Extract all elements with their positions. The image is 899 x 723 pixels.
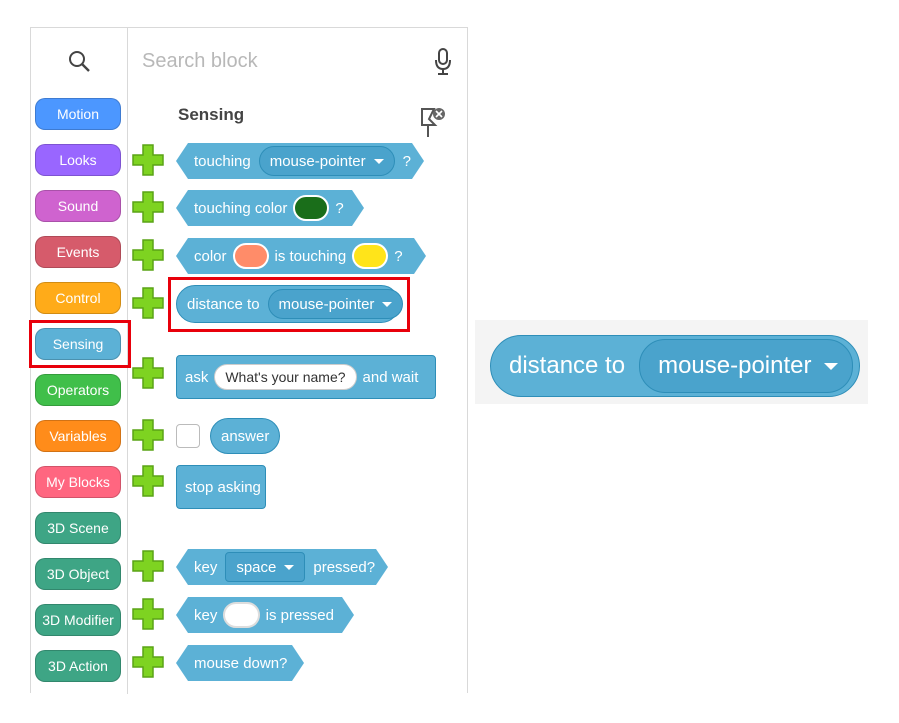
category-label: Events — [56, 244, 100, 260]
block-ask-and-wait[interactable]: ask What's your name? and wait — [176, 355, 436, 399]
category-operators[interactable]: Operators — [35, 374, 121, 406]
category-label: Looks — [59, 152, 97, 168]
chevron-down-icon — [823, 362, 838, 370]
category-3d-modifier[interactable]: 3D Modifier — [35, 604, 121, 636]
category-events[interactable]: Events — [35, 236, 121, 268]
block-stop-asking[interactable]: stop asking — [176, 465, 266, 509]
block-text: key — [194, 558, 218, 576]
color-swatch[interactable] — [352, 243, 388, 269]
block-text: is pressed — [265, 606, 334, 624]
block-touching-color[interactable]: touching color ? — [176, 190, 364, 226]
category-label: 3D Object — [46, 566, 110, 582]
touching-menu-dropdown[interactable]: mouse-pointer — [259, 146, 395, 176]
block-text: distance to — [509, 352, 626, 379]
block-text: ask — [185, 368, 209, 386]
category-control[interactable]: Control — [35, 282, 121, 314]
category-label: Motion — [56, 106, 100, 122]
category-label: Operators — [46, 382, 110, 398]
add-block-plus-icon[interactable] — [131, 190, 165, 224]
add-block-plus-icon[interactable] — [131, 238, 165, 272]
add-block-plus-icon[interactable] — [131, 418, 165, 452]
block-text: and wait — [362, 368, 419, 386]
block-mouse-down[interactable]: mouse down? — [176, 645, 304, 681]
category-label: My Blocks — [46, 474, 110, 490]
block-text: touching — [194, 152, 251, 170]
key-menu-dropdown[interactable]: space — [225, 552, 305, 582]
block-text: ? — [394, 247, 403, 265]
category-label: Control — [55, 290, 101, 306]
highlight-distance-block — [168, 277, 410, 332]
zoomed-distance-block: distance to mouse-pointer — [490, 335, 860, 397]
answer-checkbox[interactable] — [176, 424, 200, 448]
add-block-plus-icon[interactable] — [131, 356, 165, 390]
category-3d-action[interactable]: 3D Action — [35, 650, 121, 682]
highlight-sensing-category — [29, 320, 131, 368]
block-key-is-pressed[interactable]: key is pressed — [176, 597, 354, 633]
category-label: Sound — [57, 198, 99, 214]
color-swatch[interactable] — [293, 195, 329, 221]
add-block-plus-icon[interactable] — [131, 143, 165, 177]
category-label: Variables — [49, 428, 107, 444]
category-label: 3D Modifier — [42, 612, 114, 628]
block-text: pressed? — [313, 558, 376, 576]
category-3d-object[interactable]: 3D Object — [35, 558, 121, 590]
add-block-plus-icon[interactable] — [131, 464, 165, 498]
search-icon — [69, 51, 90, 72]
dropdown-value: mouse-pointer — [658, 352, 812, 379]
category-list: Motion Looks Sound Events Control Sensin… — [31, 94, 128, 694]
add-block-plus-icon[interactable] — [131, 645, 165, 679]
block-text: touching color — [194, 199, 288, 217]
block-answer[interactable]: answer — [210, 418, 280, 454]
add-block-plus-icon[interactable] — [131, 597, 165, 631]
block-key-pressed[interactable]: key space pressed? — [176, 549, 388, 585]
category-3d-scene[interactable]: 3D Scene — [35, 512, 121, 544]
add-block-plus-icon[interactable] — [131, 286, 165, 320]
block-touching[interactable]: touching mouse-pointer ? — [176, 143, 424, 179]
pin-close-icon[interactable] — [418, 105, 448, 139]
category-looks[interactable]: Looks — [35, 144, 121, 176]
key-input-slot[interactable] — [223, 602, 259, 628]
category-my-blocks[interactable]: My Blocks — [35, 466, 121, 498]
block-text: ? — [402, 152, 411, 170]
category-motion[interactable]: Motion — [35, 98, 121, 130]
category-label: 3D Action — [48, 658, 108, 674]
search-bar — [128, 28, 466, 94]
add-block-plus-icon[interactable] — [131, 549, 165, 583]
block-color-is-touching[interactable]: color is touching ? — [176, 238, 426, 274]
block-text: answer — [221, 427, 270, 445]
color-swatch[interactable] — [233, 243, 269, 269]
category-label: 3D Scene — [47, 520, 109, 536]
section-title: Sensing — [178, 105, 245, 124]
search-input[interactable] — [140, 48, 414, 74]
block-text: mouse down? — [194, 654, 288, 672]
ask-text-input[interactable]: What's your name? — [214, 364, 357, 390]
block-text: key — [194, 606, 218, 624]
chevron-down-icon — [284, 565, 294, 570]
chevron-down-icon — [374, 159, 384, 164]
search-icon-button[interactable] — [31, 28, 128, 94]
block-text: is touching — [274, 247, 347, 265]
microphone-icon[interactable] — [434, 48, 452, 76]
dropdown-value: space — [236, 558, 277, 576]
dropdown-value: mouse-pointer — [269, 152, 366, 170]
block-text: stop asking — [185, 478, 261, 496]
block-text: ? — [335, 199, 344, 217]
block-text: color — [194, 247, 227, 265]
category-sound[interactable]: Sound — [35, 190, 121, 222]
zoomed-menu-dropdown: mouse-pointer — [639, 339, 853, 393]
category-variables[interactable]: Variables — [35, 420, 121, 452]
